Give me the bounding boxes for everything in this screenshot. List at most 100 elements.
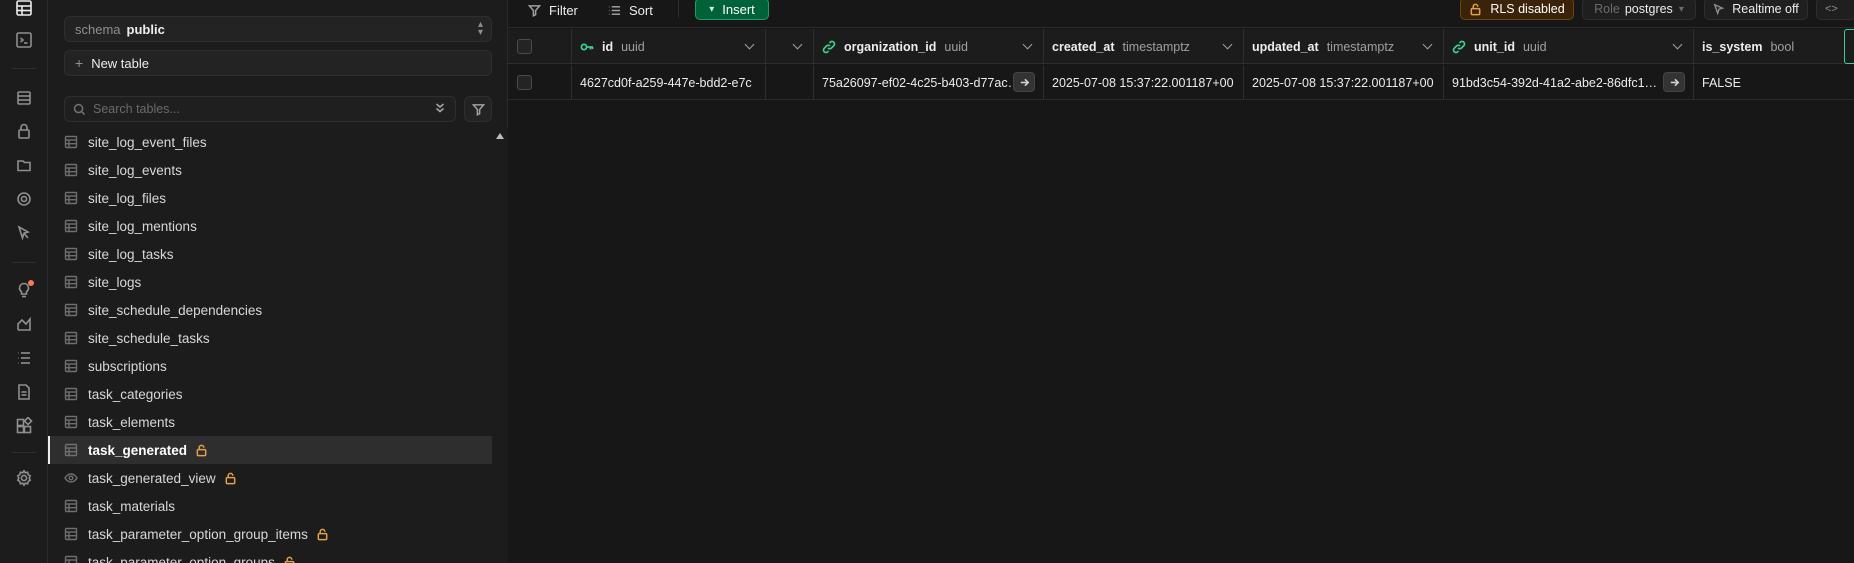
column-header[interactable]: created_at timestamptz (1044, 29, 1244, 64)
chevron-down-icon[interactable] (1222, 39, 1233, 50)
sidebar-table-item[interactable]: task_generated (48, 436, 492, 464)
sidebar-table-item[interactable]: site_log_events (48, 156, 492, 184)
open-reference-arrow-icon[interactable] (1663, 72, 1685, 92)
table-name: site_log_events (88, 162, 182, 178)
chevron-down-icon[interactable] (1672, 39, 1683, 50)
table-cell[interactable]: 91bd3c54-392d-41a2-abe2-86dfc1… (1444, 65, 1694, 100)
table-name: task_elements (88, 414, 176, 430)
new-table-button[interactable]: + New table (64, 50, 492, 76)
cell-value: 2025-07-08 15:37:22.001187+00 (1252, 75, 1434, 90)
unlock-icon (195, 444, 208, 457)
sidebar-table-item[interactable]: subscriptions (48, 352, 492, 380)
realtime-icon[interactable] (12, 221, 36, 245)
chevron-down-icon[interactable] (792, 39, 803, 50)
chevron-down-icon[interactable] (1022, 39, 1033, 50)
open-reference-arrow-icon[interactable] (1013, 72, 1035, 92)
realtime-toggle-button[interactable]: Realtime off (1704, 0, 1808, 20)
advisors-icon[interactable] (12, 278, 36, 302)
sidebar-table-item[interactable]: site_schedule_dependencies (48, 296, 492, 324)
table-icon (64, 219, 78, 233)
table-icon (64, 303, 78, 317)
column-header[interactable]: unit_id uuid (1444, 29, 1694, 64)
table-cell[interactable] (766, 65, 814, 100)
insert-label: Insert (722, 1, 755, 17)
settings-icon[interactable] (12, 466, 36, 490)
sidebar-table-item[interactable]: task_categories (48, 380, 492, 408)
sidebar-table-item[interactable]: task_parameter_option_groups (48, 548, 492, 563)
insert-button[interactable]: ▾ Insert (695, 0, 769, 20)
sidebar-table-item[interactable]: site_log_mentions (48, 212, 492, 240)
sort-button[interactable]: Sort (608, 0, 653, 20)
sql-editor-icon[interactable] (12, 28, 36, 52)
sidebar-scrollbar[interactable] (492, 128, 508, 563)
sidebar-table-item[interactable]: task_elements (48, 408, 492, 436)
table-editor-main: Filter Sort ▾ Insert RLS disabled Role p… (508, 0, 1854, 563)
schema-select[interactable]: schema public ▴ ▾ (64, 16, 492, 42)
sort-label: Sort (629, 2, 653, 18)
rls-disabled-button[interactable]: RLS disabled (1460, 0, 1574, 20)
filter-icon (528, 4, 541, 17)
table-cell[interactable]: FALSE (1694, 65, 1854, 100)
collapse-all-icon[interactable] (433, 101, 447, 118)
foreign-key-link-icon (1452, 40, 1466, 54)
table-icon (64, 247, 78, 261)
view-icon (64, 471, 78, 485)
data-grid: id uuid organization_id uuid created_at times… (508, 29, 1854, 100)
scroll-up-arrow[interactable] (496, 133, 504, 139)
column-name: is_system (1702, 39, 1763, 54)
table-name: task_parameter_option_groups (88, 554, 275, 563)
cell-value: FALSE (1702, 75, 1741, 90)
table-name: site_log_event_files (88, 134, 207, 150)
next-column-edge[interactable] (1844, 29, 1854, 64)
select-all-cell (508, 29, 572, 64)
table-icon (64, 331, 78, 345)
sidebar-table-item[interactable]: site_log_tasks (48, 240, 492, 268)
code-button[interactable]: <> (1816, 0, 1854, 20)
table-sidebar: schema public ▴▾ + New table site_log_ev… (48, 0, 508, 563)
sidebar-table-item[interactable]: site_log_files (48, 184, 492, 212)
database-icon[interactable] (12, 86, 36, 110)
table-cell[interactable]: 2025-07-08 15:37:22.001187+00 (1244, 65, 1444, 100)
column-header[interactable]: id uuid (572, 29, 766, 64)
sidebar-table-item[interactable]: task_materials (48, 492, 492, 520)
table-cell[interactable]: 75a26097-ef02-4c25-b403-d77ac… (814, 65, 1044, 100)
integrations-icon[interactable] (12, 414, 36, 438)
edge-functions-icon[interactable] (12, 187, 36, 211)
sidebar-table-item[interactable]: site_logs (48, 268, 492, 296)
table-name: site_log_mentions (88, 218, 197, 234)
table-icon (64, 499, 78, 513)
column-header[interactable] (766, 29, 814, 64)
select-all-checkbox[interactable] (517, 39, 532, 54)
table-name: task_parameter_option_group_items (88, 526, 308, 542)
table-cell[interactable]: 2025-07-08 15:37:22.001187+00 (1044, 65, 1244, 100)
row-checkbox[interactable] (517, 75, 532, 90)
table-row[interactable]: 4627cd0f-a259-447e-bdd2-e7c 75a26097-ef02… (508, 65, 1854, 100)
table-editor-icon[interactable] (12, 0, 36, 20)
column-header[interactable]: is_system bool (1694, 29, 1854, 64)
chevron-down-icon[interactable] (744, 39, 755, 50)
reports-icon[interactable] (12, 312, 36, 336)
column-header[interactable]: organization_id uuid (814, 29, 1044, 64)
auth-icon[interactable] (12, 119, 36, 143)
table-icon (64, 163, 78, 177)
filter-icon (471, 103, 485, 116)
search-tables-input[interactable] (93, 102, 413, 116)
sidebar-table-item[interactable]: task_generated_view (48, 464, 492, 492)
table-cell[interactable]: 4627cd0f-a259-447e-bdd2-e7c (572, 65, 766, 100)
sidebar-table-item[interactable]: task_parameter_option_group_items (48, 520, 492, 548)
code-label: <> (1825, 3, 1838, 15)
column-name: unit_id (1474, 39, 1515, 54)
column-header[interactable]: updated_at timestamptz (1244, 29, 1444, 64)
sidebar-table-item[interactable]: site_schedule_tasks (48, 324, 492, 352)
table-icon (64, 191, 78, 205)
filter-tables-button[interactable] (464, 96, 492, 122)
storage-icon[interactable] (12, 153, 36, 177)
role-select[interactable]: Role postgres ▾ (1582, 0, 1696, 20)
table-name: site_log_files (88, 190, 167, 206)
chevron-down-icon[interactable] (1422, 39, 1433, 50)
logs-icon[interactable] (12, 346, 36, 370)
sidebar-table-item[interactable]: site_log_event_files (48, 128, 492, 156)
table-icon (64, 527, 78, 541)
filter-button[interactable]: Filter (528, 0, 578, 20)
api-docs-icon[interactable] (12, 380, 36, 404)
